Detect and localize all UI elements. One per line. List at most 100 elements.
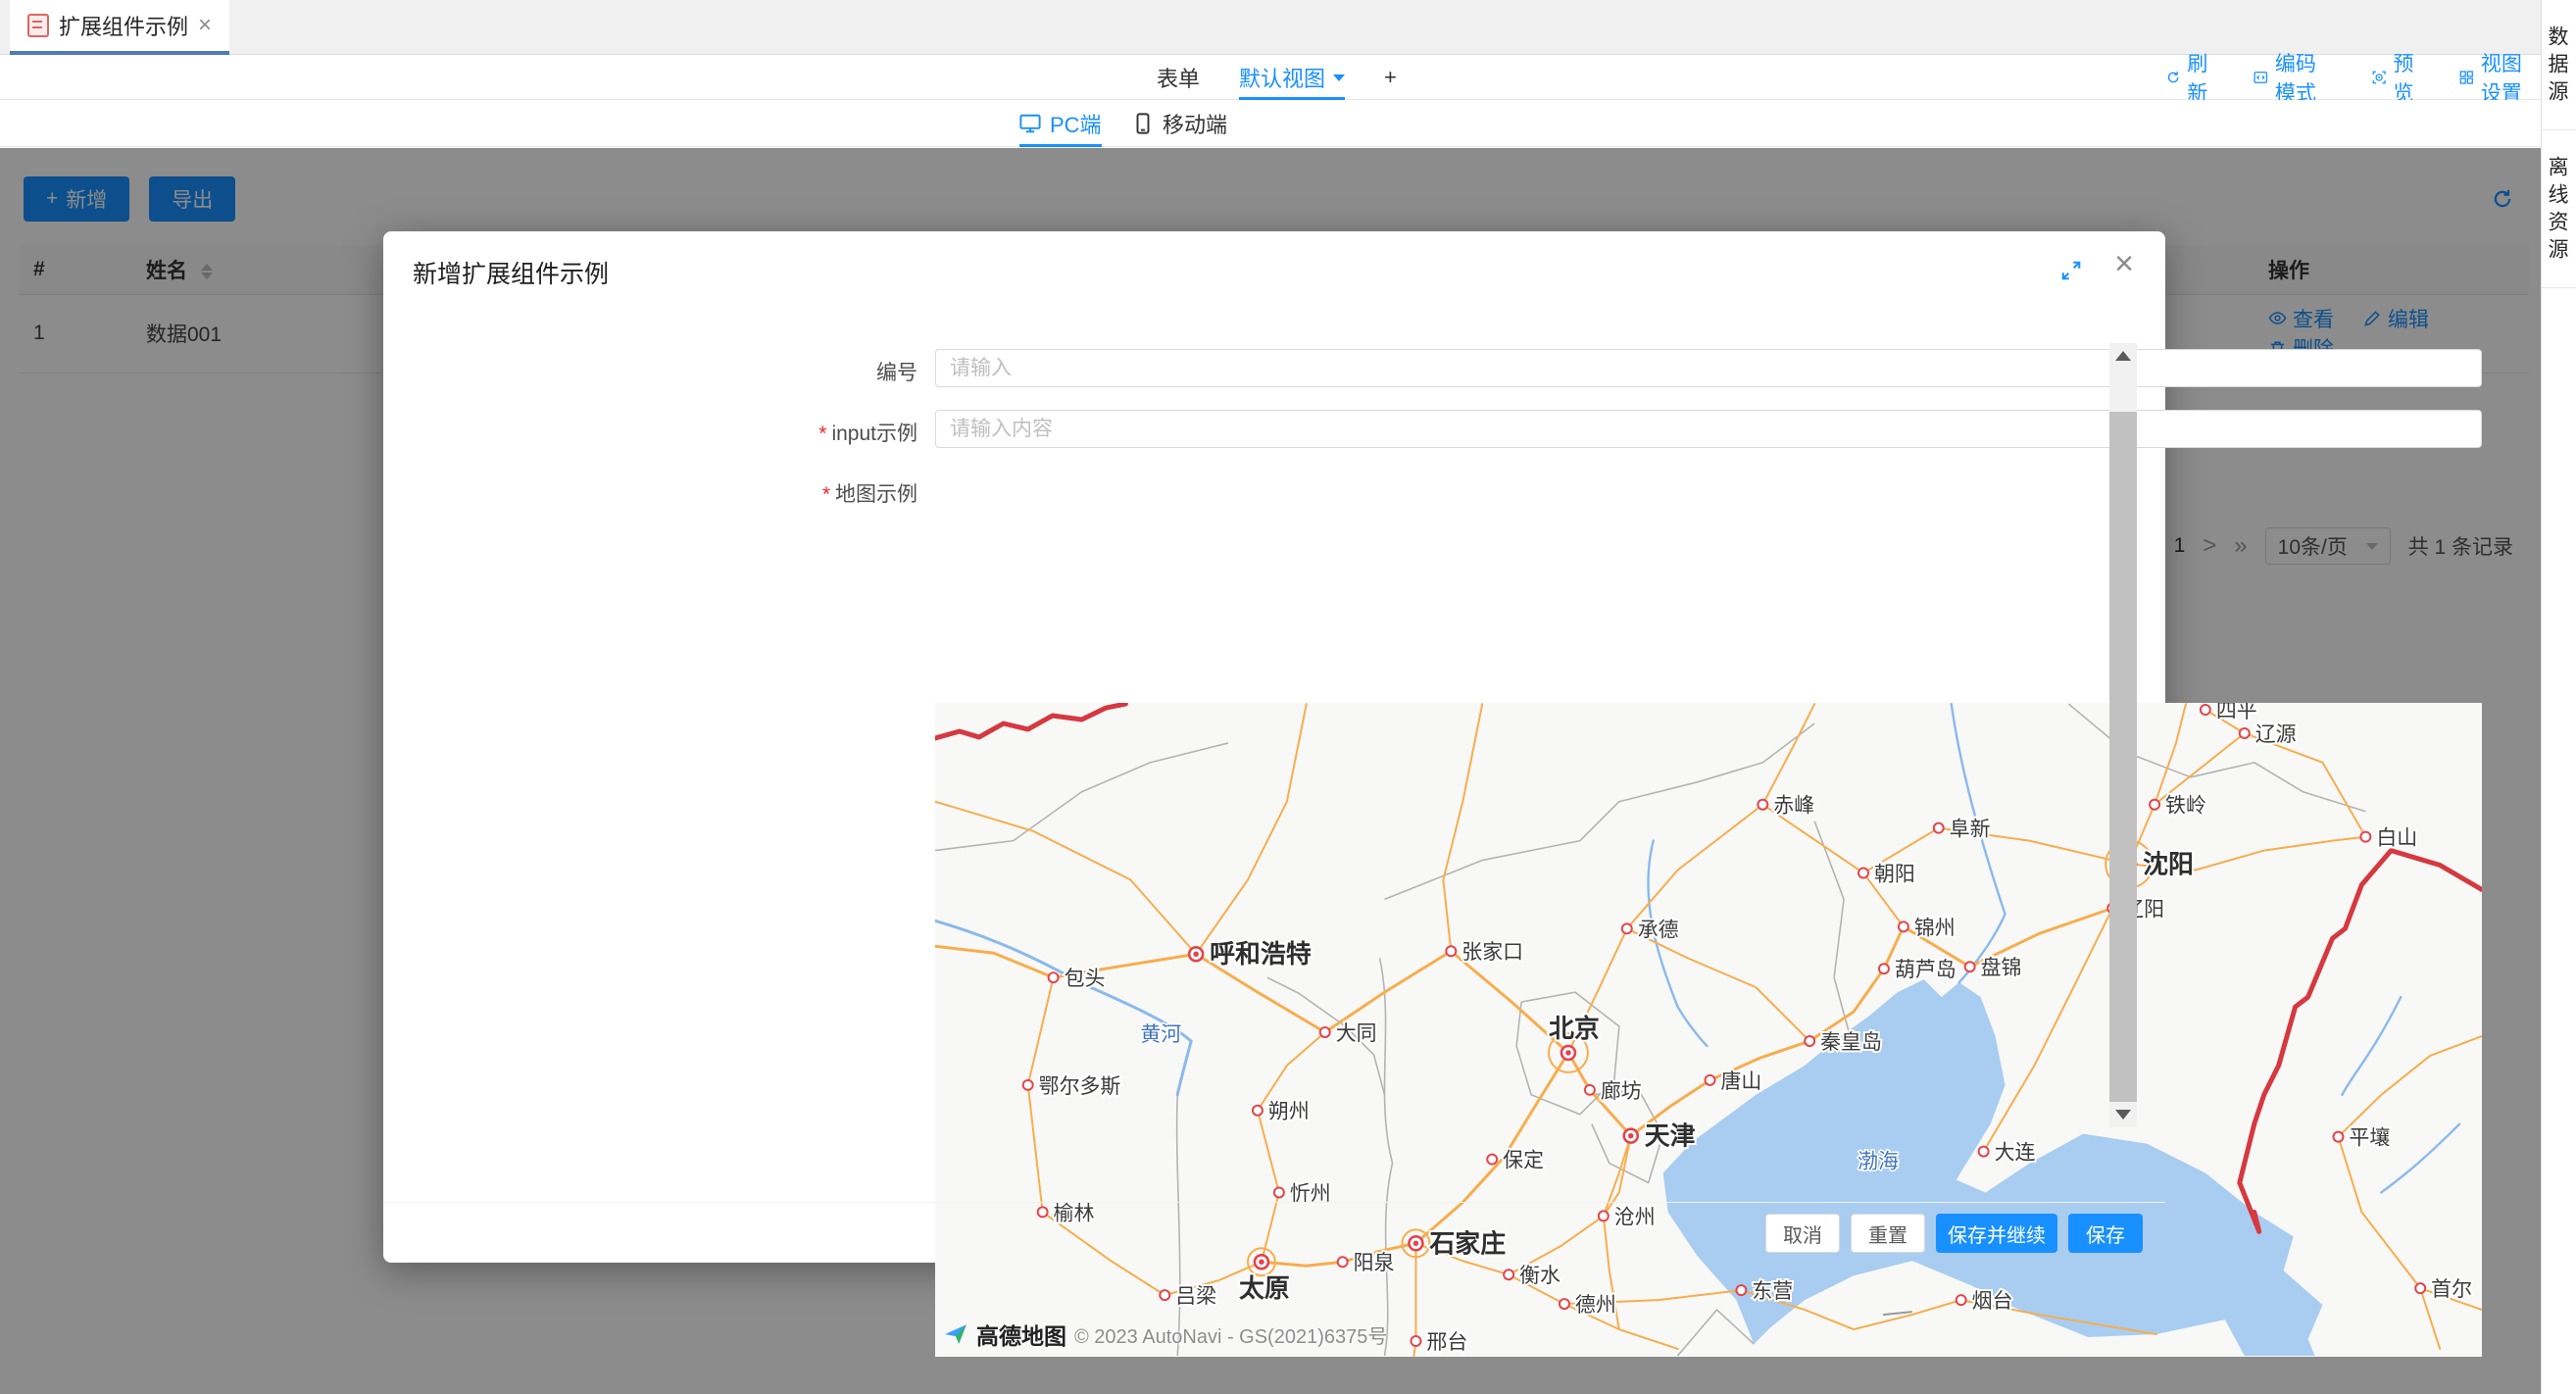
map-city-label: 邢台 bbox=[1426, 1331, 1467, 1354]
map-city-marker bbox=[2201, 705, 2210, 715]
map-city-marker bbox=[1487, 1155, 1497, 1165]
map-city-marker bbox=[2415, 1283, 2425, 1293]
fullscreen-icon[interactable] bbox=[2059, 259, 2083, 287]
map-city-label: 阜新 bbox=[1950, 819, 1991, 841]
map-city-label: 朝阳 bbox=[1874, 863, 1915, 885]
view-settings-icon bbox=[2459, 68, 2474, 87]
app-root: 扩展组件示例 × 表单 默认视图 + 刷新 bbox=[0, 0, 2576, 1394]
map-capital-marker-dot bbox=[1628, 1133, 1634, 1139]
map-water-label: 黄河 bbox=[1140, 1023, 1181, 1046]
map-city-marker bbox=[1934, 823, 1944, 833]
refresh-action[interactable]: 刷新 bbox=[2166, 48, 2216, 107]
amap-brand: 高德地图 bbox=[976, 1318, 1066, 1351]
side-item-offline-resource[interactable]: 离线资源 bbox=[2542, 130, 2576, 288]
map-city-label: 吕梁 bbox=[1175, 1285, 1216, 1308]
map-city-label: 沈阳 bbox=[2143, 851, 2194, 879]
map-city-marker bbox=[1979, 1147, 1989, 1157]
scroll-down-icon[interactable] bbox=[2109, 1102, 2137, 1127]
map-city-label: 秦皇岛 bbox=[1820, 1031, 1882, 1054]
map-city-label: 辽源 bbox=[2255, 723, 2297, 746]
modal-title: 新增扩展组件示例 bbox=[413, 255, 609, 290]
map-city-marker bbox=[1160, 1290, 1169, 1300]
map-city-label: 大连 bbox=[1995, 1142, 2036, 1165]
map-city-marker bbox=[1879, 964, 1889, 973]
scrollbar-thumb[interactable] bbox=[2109, 412, 2137, 1102]
map-city-label: 赤峰 bbox=[1773, 795, 1814, 818]
map-city-label: 包头 bbox=[1065, 968, 1106, 990]
amap-logo-icon bbox=[943, 1321, 968, 1347]
save-button[interactable]: 保存 bbox=[2068, 1214, 2143, 1253]
tab-mobile[interactable]: 移动端 bbox=[1132, 100, 1227, 147]
cancel-button[interactable]: 取消 bbox=[1765, 1214, 1840, 1253]
map-city-label: 廊坊 bbox=[1601, 1080, 1642, 1103]
map-city-marker bbox=[1622, 923, 1632, 933]
map-city-marker bbox=[1560, 1299, 1569, 1309]
reset-button[interactable]: 重置 bbox=[1851, 1214, 1925, 1253]
map-city-marker bbox=[1899, 921, 1908, 931]
tab-form[interactable]: 表单 bbox=[1157, 55, 1200, 100]
map-capital-marker-dot bbox=[1565, 1050, 1571, 1056]
map-city-marker bbox=[1023, 1080, 1033, 1090]
device-bar: PC端 移动端 bbox=[0, 100, 2541, 147]
map-city-label: 首尔 bbox=[2431, 1278, 2472, 1301]
add-record-modal: 新增扩展组件示例 × 编号 *input示例 *地图示例 bbox=[383, 231, 2165, 1263]
refresh-icon bbox=[2166, 68, 2180, 87]
map-capital-marker-dot bbox=[1193, 951, 1199, 957]
modal-footer: 取消 重置 保存并继续 保存 bbox=[383, 1202, 2165, 1263]
map-city-label: 大同 bbox=[1336, 1022, 1377, 1045]
map-city-label: 白山 bbox=[2376, 827, 2417, 850]
field-label-map-example: *地图示例 bbox=[383, 478, 917, 508]
map-city-marker bbox=[2150, 800, 2159, 810]
number-input[interactable] bbox=[935, 349, 2482, 387]
map-city-label: 张家口 bbox=[1461, 941, 1523, 964]
map-city-marker bbox=[1504, 1270, 1513, 1279]
view-actions: 刷新 编码模式 预览 视图设置 bbox=[2166, 55, 2541, 100]
map-city-marker bbox=[1805, 1036, 1814, 1046]
map-city-label: 衡水 bbox=[1519, 1265, 1560, 1287]
save-and-continue-button[interactable]: 保存并继续 bbox=[1936, 1214, 2057, 1253]
field-label-number: 编号 bbox=[383, 357, 917, 386]
map-city-marker bbox=[1253, 1106, 1263, 1116]
map-city-marker bbox=[1049, 972, 1059, 982]
modal-scrollbar[interactable] bbox=[2109, 343, 2137, 1127]
map-city-marker bbox=[2240, 728, 2250, 738]
map-city-marker bbox=[1274, 1187, 1284, 1197]
tab-default-view[interactable]: 默认视图 bbox=[1239, 55, 1345, 100]
field-label-input-example: *input示例 bbox=[383, 418, 917, 447]
map-city-label: 四平 bbox=[2216, 703, 2257, 722]
view-tabs: 表单 默认视图 + bbox=[1157, 55, 1397, 100]
side-item-datasource[interactable]: 数据源 bbox=[2542, 0, 2576, 130]
map-city-marker bbox=[1411, 1336, 1420, 1346]
map-city-label: 太原 bbox=[1239, 1274, 1290, 1303]
tab-pc[interactable]: PC端 bbox=[1019, 100, 1102, 147]
map-city-label: 烟台 bbox=[1972, 1290, 2013, 1313]
map-city-label: 锦州 bbox=[1914, 917, 1956, 939]
right-side-panel: 数据源 离线资源 bbox=[2541, 0, 2576, 1394]
code-mode-action[interactable]: 编码模式 bbox=[2254, 48, 2335, 107]
map-city-label: 北京 bbox=[1549, 1014, 1600, 1043]
caret-down-icon bbox=[1333, 75, 1345, 81]
input-example-field[interactable] bbox=[935, 410, 2482, 448]
map-city-marker bbox=[2333, 1132, 2343, 1142]
map-city-marker bbox=[1758, 800, 1767, 810]
map-city-marker bbox=[1736, 1285, 1746, 1295]
page-tab-active[interactable]: 扩展组件示例 × bbox=[10, 0, 229, 51]
preview-action[interactable]: 预览 bbox=[2372, 48, 2422, 107]
tab-add-view[interactable]: + bbox=[1384, 55, 1397, 100]
map-city-label: 承德 bbox=[1638, 919, 1679, 941]
page-tab-bar: 扩展组件示例 × bbox=[0, 0, 2541, 55]
map-city-label: 呼和浩特 bbox=[1210, 939, 1312, 969]
map-city-marker bbox=[1858, 869, 1868, 878]
map-city-marker bbox=[1965, 962, 1975, 971]
map-city-marker bbox=[1320, 1027, 1330, 1037]
view-settings-action[interactable]: 视图设置 bbox=[2459, 48, 2541, 107]
tab-close-icon[interactable]: × bbox=[198, 14, 212, 37]
map-city-label: 葫芦岛 bbox=[1895, 959, 1957, 981]
page-tab-label: 扩展组件示例 bbox=[59, 10, 188, 41]
close-icon[interactable]: × bbox=[2114, 247, 2134, 280]
map-attribution: 高德地图 © 2023 AutoNavi - GS(2021)6375号 bbox=[943, 1318, 1387, 1351]
map-city-label: 唐山 bbox=[1720, 1070, 1761, 1093]
scroll-up-icon[interactable] bbox=[2109, 343, 2137, 369]
amap-copyright: © 2023 AutoNavi - GS(2021)6375号 bbox=[1074, 1320, 1387, 1349]
phone-icon bbox=[1132, 113, 1154, 134]
